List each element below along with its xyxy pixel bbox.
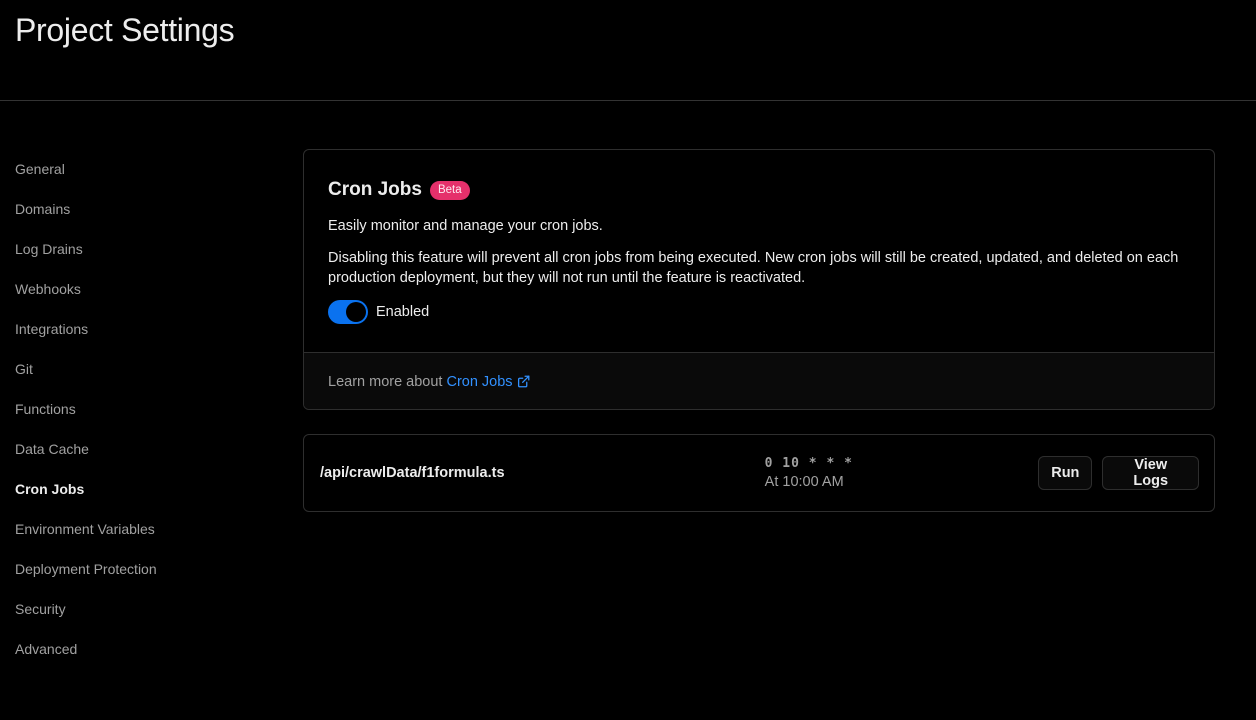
page-title: Project Settings (15, 12, 235, 48)
card-title-row: Cron Jobs Beta (328, 178, 1190, 202)
sidebar-item-data-cache[interactable]: Data Cache (0, 429, 260, 469)
sidebar-item-deployment-protection[interactable]: Deployment Protection (0, 549, 260, 589)
sidebar-item-log-drains[interactable]: Log Drains (0, 229, 260, 269)
card-title: Cron Jobs (328, 179, 422, 200)
card-description: Easily monitor and manage your cron jobs… (328, 218, 603, 234)
cron-jobs-docs-link[interactable]: Cron Jobs (446, 374, 529, 390)
cron-jobs-docs-link-text: Cron Jobs (446, 373, 513, 390)
sidebar-item-git[interactable]: Git (0, 349, 260, 389)
toggle-label: Enabled (376, 304, 430, 320)
external-link-icon (517, 375, 529, 388)
cron-job-row: /api/crawlData/f1formula.ts 0 10 * * * A… (303, 434, 1215, 512)
sidebar-item-environment-variables[interactable]: Environment Variables (0, 509, 260, 549)
sidebar-item-integrations[interactable]: Integrations (0, 309, 260, 349)
sidebar-item-webhooks[interactable]: Webhooks (0, 269, 260, 309)
sidebar-item-functions[interactable]: Functions (0, 389, 260, 429)
run-button[interactable]: Run (1038, 456, 1093, 490)
cron-job-path: /api/crawlData/f1formula.ts (320, 465, 505, 481)
sidebar-item-general[interactable]: General (0, 149, 260, 189)
cron-job-schedule: 0 10 * * * At 10:00 AM (765, 456, 1039, 490)
enable-toggle-row: Enabled (328, 300, 1190, 324)
beta-badge: Beta (429, 180, 470, 200)
card-warning-text: Disabling this feature will prevent all … (328, 250, 1179, 286)
settings-sidebar: General Domains Log Drains Webhooks Inte… (0, 149, 260, 669)
toggle-knob (346, 302, 366, 322)
view-logs-button[interactable]: View Logs (1102, 456, 1200, 490)
page-header: Project Settings (0, 0, 1256, 101)
sidebar-item-security[interactable]: Security (0, 589, 260, 629)
learn-more-prefix: Learn more about (328, 373, 443, 390)
cron-schedule-description: At 10:00 AM (764, 474, 844, 490)
cron-expression: 0 10 * * * (764, 456, 853, 471)
sidebar-item-advanced[interactable]: Advanced (0, 629, 260, 669)
cron-jobs-card: Cron Jobs Beta Easily monitor and manage… (303, 149, 1215, 410)
sidebar-item-cron-jobs[interactable]: Cron Jobs (0, 469, 260, 509)
cron-job-actions: Run View Logs (1038, 456, 1200, 490)
sidebar-item-domains[interactable]: Domains (0, 189, 260, 229)
cron-jobs-card-footer: Learn more about Cron Jobs (304, 353, 1214, 409)
cron-jobs-card-body: Cron Jobs Beta Easily monitor and manage… (304, 150, 1214, 353)
enable-toggle-switch[interactable] (328, 300, 368, 324)
